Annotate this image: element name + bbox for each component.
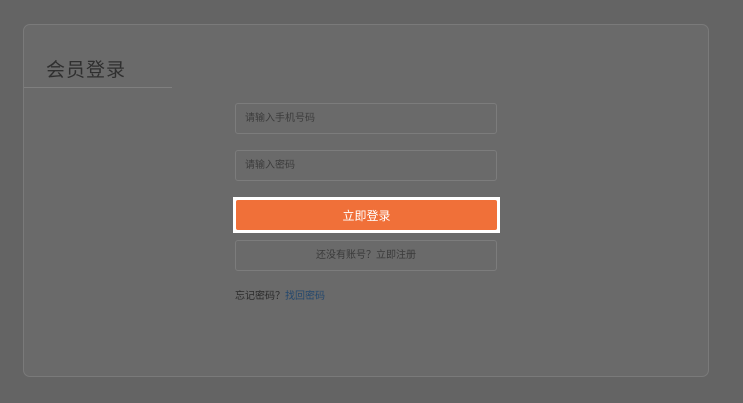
password-input[interactable] bbox=[235, 150, 497, 181]
title-underline bbox=[24, 87, 172, 88]
phone-number-input[interactable] bbox=[235, 103, 497, 134]
login-card: 会员登录 立即登录 还没有账号？立即注册 忘记密码？找回密码 bbox=[23, 24, 709, 377]
modal-overlay: 会员登录 立即登录 还没有账号？立即注册 忘记密码？找回密码 bbox=[0, 0, 743, 403]
page-title: 会员登录 bbox=[46, 59, 127, 81]
forgot-password-prompt: 忘记密码？ bbox=[235, 291, 285, 302]
forgot-password-row: 忘记密码？找回密码 bbox=[235, 287, 325, 302]
login-button[interactable]: 立即登录 bbox=[236, 200, 497, 230]
login-button-highlight: 立即登录 bbox=[233, 197, 500, 233]
recover-password-link[interactable]: 找回密码 bbox=[285, 291, 325, 302]
register-button[interactable]: 还没有账号？立即注册 bbox=[235, 240, 497, 271]
